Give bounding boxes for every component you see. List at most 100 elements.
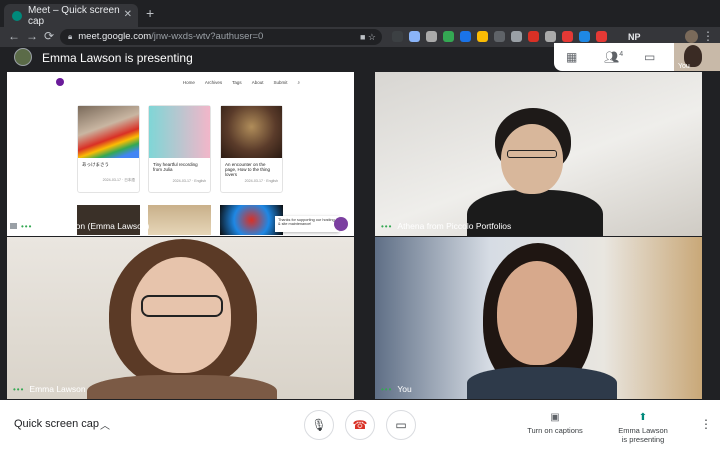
captions-icon: ▣ (550, 412, 560, 423)
site-nav-about: About (251, 80, 264, 85)
post-card-title: あっけまさう (82, 162, 109, 167)
participant-label: ••• Emma Lawson (13, 384, 86, 394)
forward-arrow-icon[interactable]: → (26, 29, 38, 43)
captions-button[interactable]: ▣ Turn on captions (522, 412, 588, 435)
participant-tile-athena[interactable]: ••• Athena from Piccolo Portfolios (375, 72, 702, 236)
microphone-icon: 🎙︎ (311, 418, 327, 432)
post-card: Tiny heartful recording from Julia 2024-… (148, 105, 211, 193)
reload-icon[interactable]: ⟳ (44, 29, 54, 43)
post-card-image (78, 106, 139, 158)
url-host: meet.google.com (78, 31, 152, 42)
np-extension-icon[interactable]: NP (628, 32, 641, 42)
presenting-label-line1: Emma Lawson (618, 426, 668, 435)
post-card-meta: 2024-03-17 · 日本語 (102, 178, 135, 182)
hang-up-icon: ☎︎ (352, 418, 368, 432)
meeting-controls-bar: Quick screen cap ︿ 🎙︎ ☎︎ ▭ ▣ Turn on cap… (0, 400, 720, 450)
lock-icon: 🔒︎ (68, 32, 73, 41)
browser-menu-icon[interactable]: ⋮ (702, 29, 714, 43)
camera-icon[interactable]: ■ (360, 32, 365, 42)
post-card-title: An encounter on the page, How to the thi… (225, 162, 271, 177)
post-card-meta: 2024-03-17 · English (172, 179, 206, 183)
site-logo (56, 78, 64, 86)
participant-label: ••• You (381, 384, 412, 394)
post-card-image (220, 205, 283, 235)
grid-layout-icon[interactable]: ▦ (566, 50, 577, 64)
presentation-label: ••• Presentation (Emma Lawson) (21, 221, 149, 231)
browser-extension-icon[interactable] (511, 31, 522, 42)
post-card-image (149, 106, 210, 158)
browser-tab[interactable]: Meet – Quick screen cap ✕ (4, 4, 138, 27)
back-arrow-icon[interactable]: ← (8, 29, 20, 43)
browser-extension-icon[interactable] (392, 31, 403, 42)
presenting-title: Emma Lawson is presenting (42, 51, 193, 65)
meeting-name[interactable]: Quick screen cap (14, 418, 99, 430)
presenting-button[interactable]: ⬆︎ Emma Lawson is presenting (608, 412, 678, 444)
address-bar[interactable]: 🔒︎ meet.google.com/jnw-wxds-wtv?authuser=… (60, 29, 382, 45)
captions-label: Turn on captions (527, 426, 583, 435)
bookmark-star-icon[interactable]: ☆ (368, 32, 376, 42)
url-path: /jnw-wxds-wtv?authuser=0 (151, 31, 264, 42)
post-card: An encounter on the page, How to the thi… (220, 105, 283, 193)
people-icon: 👥︎ (604, 50, 620, 64)
leave-call-button[interactable]: ☎︎ (345, 410, 375, 440)
browser-extension-icon[interactable] (460, 31, 471, 42)
browser-extension-icon[interactable] (426, 31, 437, 42)
support-button[interactable] (334, 217, 348, 231)
post-card: あっけまさう 2024-03-17 · 日本語 (77, 105, 140, 193)
tab-title: Meet – Quick screen cap (27, 4, 120, 27)
presentation-icon (9, 222, 18, 230)
browser-extension-icon[interactable] (494, 31, 505, 42)
site-nav-tags: Tags (232, 80, 242, 85)
participant-tile-you[interactable]: ••• You (375, 237, 702, 399)
people-count: 4 (619, 51, 624, 58)
new-tab-icon[interactable]: + (146, 5, 154, 21)
post-card-meta: 2024-03-17 · English (244, 179, 278, 183)
participant-name: Emma Lawson (29, 384, 86, 394)
post-card-title: Tiny heartful recording from Julia (153, 162, 198, 172)
participant-name: Athena from Piccolo Portfolios (397, 221, 512, 231)
camera-button[interactable]: ▭ (386, 410, 416, 440)
audio-dots-icon: ••• (381, 384, 393, 394)
post-card-image (148, 205, 211, 235)
presentation-label-text: Presentation (Emma Lawson) (37, 221, 150, 231)
audio-dots-icon: ••• (13, 384, 25, 394)
tab-close-icon[interactable]: ✕ (124, 9, 132, 20)
site-search-icon: ⌕ (297, 80, 300, 85)
omnibox-actions: ■ ☆ (360, 29, 376, 45)
participant-label: ••• Athena from Piccolo Portfolios (381, 221, 511, 231)
chevron-up-icon[interactable]: ︿ (100, 417, 110, 432)
meet-favicon-icon (12, 10, 22, 21)
browser-extension-icon[interactable] (562, 31, 573, 42)
audio-dots-icon: ••• (381, 221, 393, 231)
browser-extension-icon[interactable] (409, 31, 420, 42)
browser-extension-icon[interactable] (579, 31, 590, 42)
more-options-icon[interactable]: ⋮ (700, 417, 712, 431)
browser-tab-bar: Meet – Quick screen cap ✕ + (0, 0, 720, 27)
site-nav-home: Home (182, 80, 195, 85)
browser-extension-icon[interactable] (545, 31, 556, 42)
participant-name: You (397, 384, 412, 394)
self-view-thumbnail[interactable]: You (674, 43, 720, 71)
top-right-panel: ▦ 👥︎4 ▭ You (554, 43, 720, 71)
profile-avatar[interactable] (685, 30, 698, 43)
browser-extension-icon[interactable] (596, 31, 607, 42)
site-nav: Home Archives Tags About Submit ⌕ (183, 80, 300, 85)
site-nav-submit: Submit (273, 80, 288, 85)
browser-extension-icon[interactable] (477, 31, 488, 42)
participant-tile-emma[interactable]: ••• Emma Lawson (7, 237, 354, 399)
self-view-label: You (678, 63, 690, 70)
presenting-label-line2: is presenting (621, 435, 665, 444)
site-nav-archives: Archives (204, 80, 223, 85)
microphone-button[interactable]: 🎙︎ (304, 410, 334, 440)
browser-extension-icon[interactable] (528, 31, 539, 42)
browser-extension-icon[interactable] (443, 31, 454, 42)
presentation-tile[interactable]: Home Archives Tags About Submit ⌕ あっけまさう… (7, 72, 354, 236)
presenter-avatar (14, 48, 32, 66)
people-button[interactable]: 👥︎4 (604, 50, 623, 64)
present-screen-icon: ⬆︎ (638, 412, 648, 423)
audio-dots-icon: ••• (21, 221, 33, 231)
post-card-image (221, 106, 282, 158)
support-toast: Thanks for supporting our hosting & site… (275, 216, 339, 232)
chat-icon[interactable]: ▭ (644, 50, 655, 64)
video-camera-icon: ▭ (395, 418, 407, 432)
